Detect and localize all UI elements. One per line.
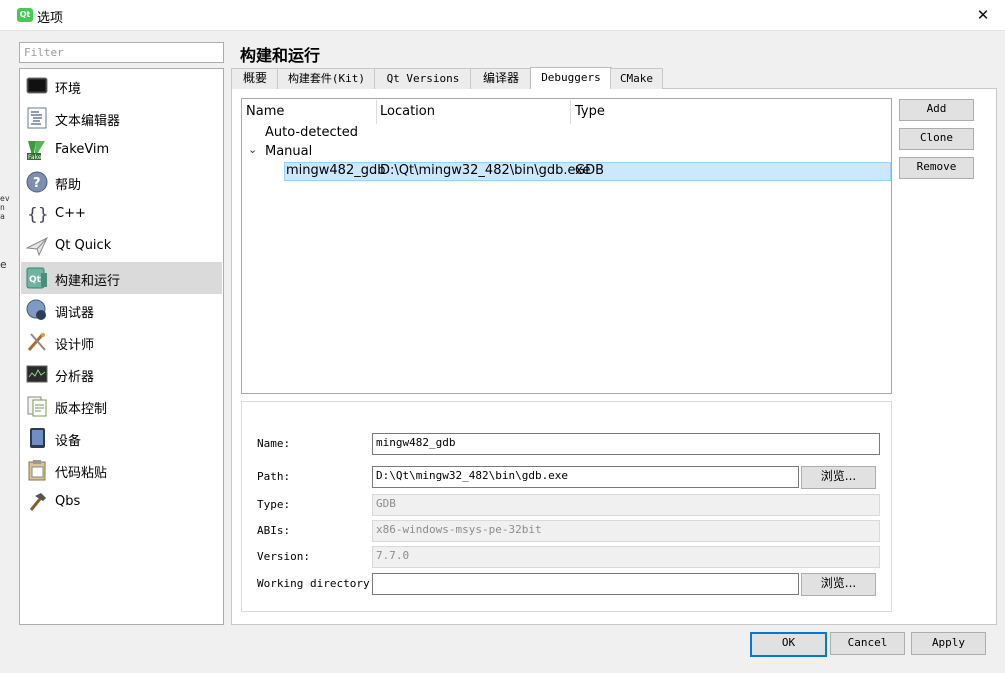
name-label: Name: [257,437,291,450]
category-label: 环境 [55,82,82,97]
category-build-and-run[interactable]: Qt 构建和运行 [21,262,222,294]
category-label: 分析器 [55,370,95,385]
category-cpp[interactable]: {} C++ [21,198,222,230]
category-label: Qt Quick [55,238,112,253]
category-version-control[interactable]: 版本控制 [21,390,222,422]
debugger-tree[interactable]: Name Location Type Auto-detected ⌄ Manua… [241,98,892,394]
hammer-icon [29,493,46,511]
row-name: mingw482_gdb [286,163,386,178]
category-label: Qbs [55,494,81,509]
version-label: Version: [257,550,310,563]
browse-working-directory-button[interactable]: 浏览... [801,573,876,596]
svg-text:{}: {} [27,205,48,225]
category-devices[interactable]: 设备 [21,422,222,454]
analyzer-icon [26,365,48,383]
column-header-name[interactable]: Name [242,100,377,124]
working-directory-field[interactable] [372,573,799,595]
monitor-icon [26,77,48,94]
ok-button[interactable]: OK [750,632,827,657]
background-fragment: e [0,258,7,271]
remove-button[interactable]: Remove [899,157,974,179]
cancel-button[interactable]: Cancel [830,632,905,655]
tree-group-auto-detected[interactable]: Auto-detected [265,125,358,140]
tab-debuggers[interactable]: Debuggers [530,67,612,89]
tab-kits[interactable]: 构建套件(Kit) [277,68,376,89]
column-header-type[interactable]: Type [571,100,895,124]
page-title: 构建和运行 [240,46,321,65]
category-label: 调试器 [55,306,95,321]
filter-input[interactable]: Filter [19,42,224,63]
abis-field: x86-windows-msys-pe-32bit [372,520,880,542]
abis-label: ABIs: [257,524,291,537]
svg-text:Qt: Qt [29,275,42,285]
background-fragment: ev n a [0,194,10,221]
category-environment[interactable]: 环境 [21,70,222,102]
type-field: GDB [372,494,880,516]
tab-qt-versions[interactable]: Qt Versions [374,68,472,89]
svg-text:Fake: Fake [28,154,42,161]
fakevim-icon: Fake [27,141,45,161]
chevron-down-icon[interactable]: ⌄ [248,143,257,156]
device-icon [30,428,45,448]
tree-group-manual[interactable]: Manual [265,144,312,159]
path-label: Path: [257,470,291,483]
tab-overview[interactable]: 概要 [231,68,279,89]
version-field: 7.7.0 [372,546,880,568]
category-label: 代码粘贴 [55,466,108,481]
title-bar [0,0,1005,31]
qt-icon: Qt [17,8,33,22]
category-label: 设计师 [55,338,95,353]
category-label: 设备 [55,434,82,449]
qt-build-icon: Qt [26,267,47,289]
braces-icon: {} [27,205,48,225]
category-label: 构建和运行 [55,274,121,289]
code-paste-icon [28,460,46,481]
category-text-editor[interactable]: 文本编辑器 [21,102,222,134]
category-label: FakeVim [55,142,110,157]
designer-icon [27,333,46,351]
text-editor-icon [27,107,47,129]
window-title: 选项 [37,11,64,26]
help-icon: ? [26,171,48,193]
category-qbs[interactable]: Qbs [21,486,222,518]
tab-cmake[interactable]: CMake [610,68,663,89]
category-label: C++ [55,206,86,221]
column-header-location[interactable]: Location [376,100,571,124]
name-field[interactable]: mingw482_gdb [372,433,880,455]
working-directory-label: Working directory: [257,577,377,590]
apply-button[interactable]: Apply [911,632,986,655]
path-field[interactable]: D:\Qt\mingw32_482\bin\gdb.exe [372,466,799,488]
category-code-paste[interactable]: 代码粘贴 [21,454,222,486]
category-qt-quick[interactable]: Qt Quick [21,230,222,262]
category-fakevim[interactable]: Fake FakeVim [21,134,222,166]
debugger-icon [26,299,46,320]
type-label: Type: [257,498,291,511]
row-location: D:\Qt\mingw32_482\bin\gdb.exe [380,163,591,178]
category-label: 版本控制 [55,402,108,417]
tab-compilers[interactable]: 编译器 [470,68,532,89]
category-label: 文本编辑器 [55,114,121,129]
add-button[interactable]: Add [899,99,974,121]
table-row[interactable]: mingw482_gdb D:\Qt\mingw32_482\bin\gdb.e… [284,162,891,181]
clone-button[interactable]: Clone [899,128,974,150]
category-designer[interactable]: 设计师 [21,326,222,358]
browse-path-button[interactable]: 浏览... [801,466,876,489]
category-analyzer[interactable]: 分析器 [21,358,222,390]
svg-text:?: ? [33,176,41,191]
category-list: 环境 文本编辑器 Fake FakeVim ? 帮助 {} C++ Qt Qui… [19,68,224,625]
category-help[interactable]: ? 帮助 [21,166,222,198]
row-type: GDB [575,163,605,178]
category-debugger[interactable]: 调试器 [21,294,222,326]
version-control-icon [27,396,47,417]
close-button[interactable]: ✕ [966,2,1000,29]
category-label: 帮助 [55,178,82,193]
paper-plane-icon [26,236,48,257]
